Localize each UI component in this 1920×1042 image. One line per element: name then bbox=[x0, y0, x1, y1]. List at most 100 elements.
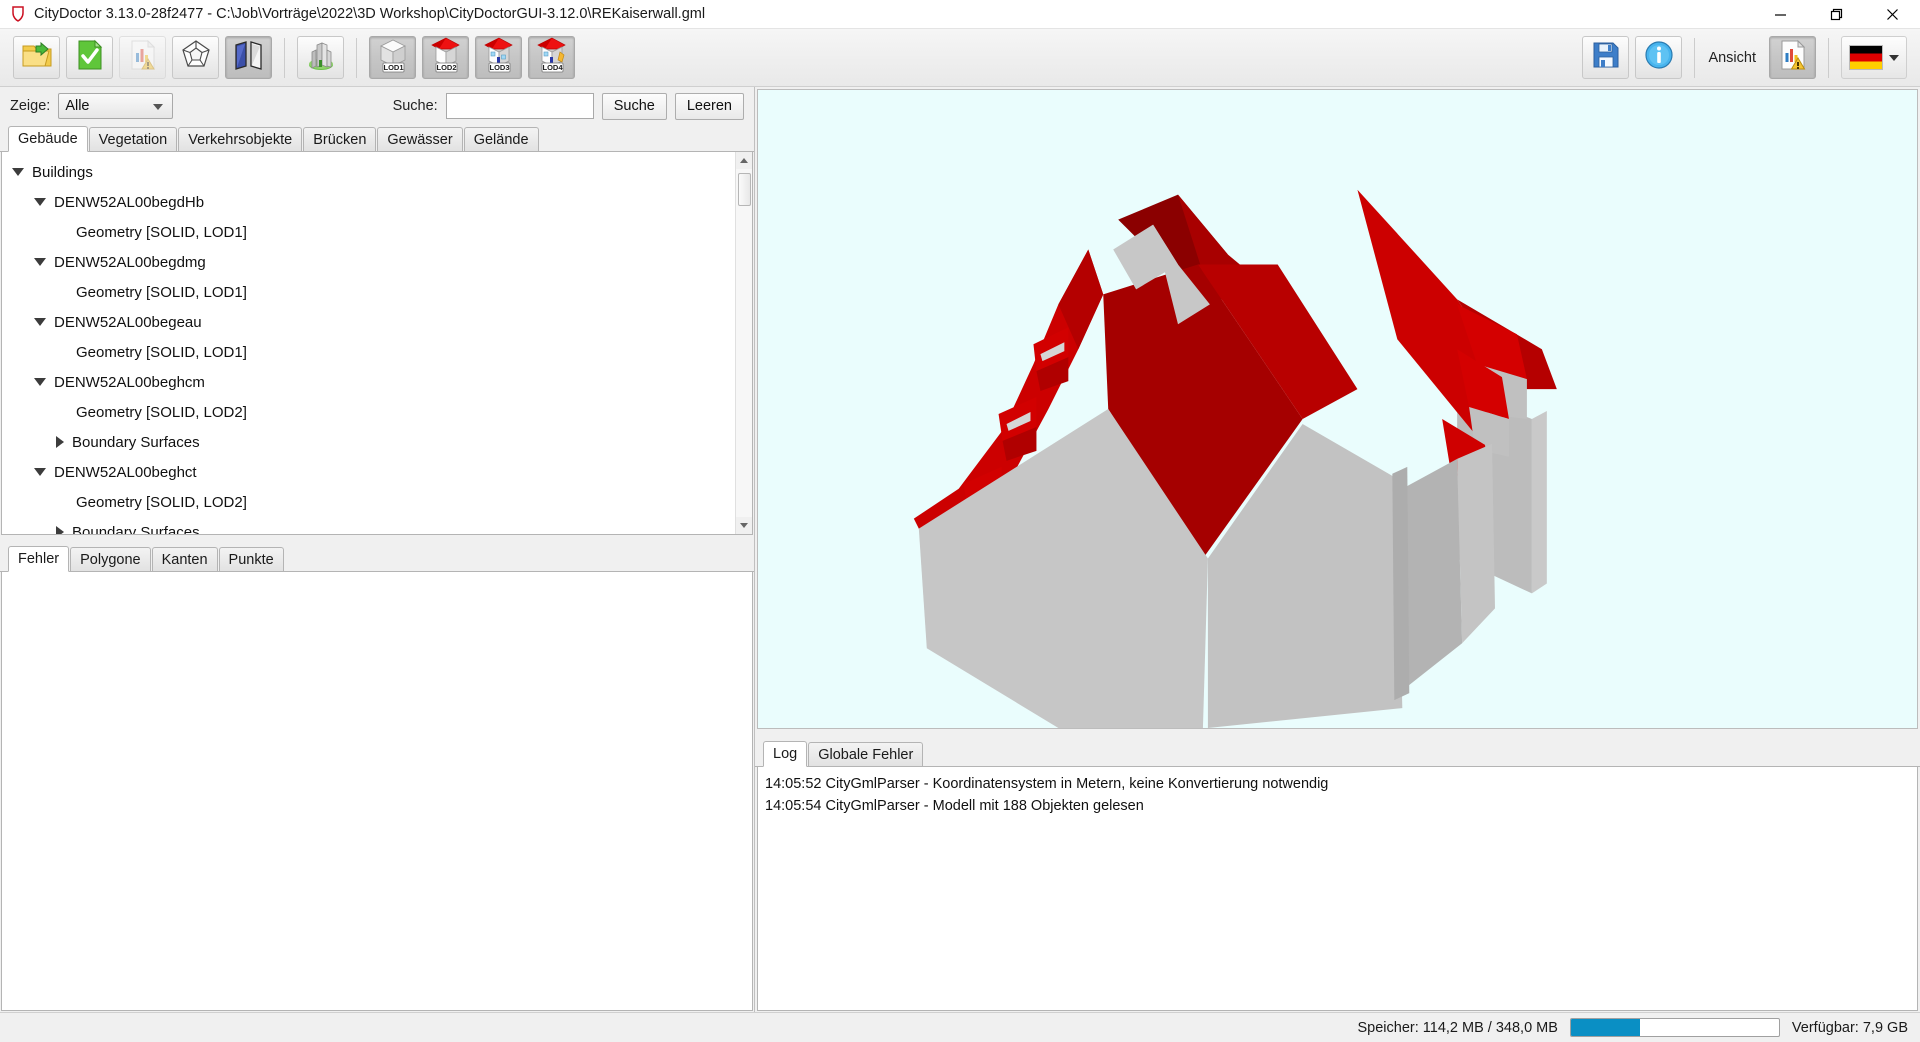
search-button[interactable]: Suche bbox=[601, 92, 667, 120]
tree-row[interactable]: DENW52AL00beghcm bbox=[2, 367, 735, 397]
object-type-tabs: Gebäude Vegetation Verkehrsobjekte Brück… bbox=[0, 125, 754, 152]
tree-row-label: DENW52AL00beghct bbox=[54, 463, 197, 481]
lod3-house-icon: LOD3 bbox=[479, 36, 519, 79]
chevron-down-icon bbox=[740, 523, 748, 528]
tree-row[interactable]: DENW52AL00begdHb bbox=[2, 187, 735, 217]
chevron-down-icon bbox=[1889, 54, 1899, 61]
tab-gewaesser[interactable]: Gewässer bbox=[377, 127, 463, 151]
toolbar-separator bbox=[1828, 37, 1829, 78]
clear-button[interactable]: Leeren bbox=[674, 92, 744, 120]
window-controls bbox=[1752, 0, 1920, 29]
chevron-down-icon[interactable] bbox=[12, 168, 24, 176]
info-button[interactable] bbox=[1635, 36, 1683, 79]
chevron-down-icon[interactable] bbox=[34, 468, 46, 476]
tree-row-label: Boundary Surfaces bbox=[72, 433, 200, 451]
tree-row[interactable]: DENW52AL00begeau bbox=[2, 307, 735, 337]
language-selector[interactable] bbox=[1841, 36, 1907, 79]
issue-tabs: Fehler Polygone Kanten Punkte bbox=[0, 543, 754, 572]
chevron-down-icon[interactable] bbox=[34, 198, 46, 206]
tree-row-label: Geometry [SOLID, LOD1] bbox=[76, 283, 247, 301]
tree-row[interactable]: Boundary Surfaces bbox=[2, 517, 735, 534]
shield-icon bbox=[9, 5, 27, 23]
document-check-icon bbox=[76, 39, 104, 76]
folder-open-icon bbox=[21, 40, 53, 75]
report-button[interactable] bbox=[119, 36, 166, 79]
chevron-down-icon[interactable] bbox=[34, 378, 46, 386]
city-buildings-icon bbox=[305, 39, 337, 76]
tree-row[interactable]: Geometry [SOLID, LOD1] bbox=[2, 217, 735, 247]
maximize-button[interactable] bbox=[1808, 0, 1864, 29]
tab-kanten[interactable]: Kanten bbox=[151, 547, 218, 571]
tab-polygone[interactable]: Polygone bbox=[70, 547, 151, 571]
chevron-down-icon[interactable] bbox=[34, 258, 46, 266]
lod1-cube-icon: LOD1 bbox=[373, 36, 413, 79]
tab-gelaende[interactable]: Gelände bbox=[463, 127, 539, 151]
scrollbar-thumb[interactable] bbox=[737, 173, 751, 206]
scrollbar-track[interactable] bbox=[735, 169, 752, 517]
issue-list-panel[interactable] bbox=[1, 572, 753, 1011]
memory-label: Speicher: 114,2 MB / 348,0 MB bbox=[1357, 1019, 1558, 1036]
view-label: Ansicht bbox=[1708, 49, 1756, 66]
tree-scrollbar[interactable] bbox=[735, 152, 752, 534]
tab-fehler[interactable]: Fehler bbox=[8, 546, 70, 572]
lod4-house-icon: LOD4 bbox=[532, 36, 572, 79]
scroll-up-button[interactable] bbox=[735, 152, 752, 169]
info-circle-icon bbox=[1644, 40, 1674, 75]
log-line: 14:05:52 CityGmlParser - Koordinatensyst… bbox=[765, 776, 1329, 792]
tab-log[interactable]: Log bbox=[763, 741, 808, 767]
floppy-save-icon bbox=[1591, 40, 1621, 75]
open-file-button[interactable] bbox=[13, 36, 60, 79]
log-output[interactable]: 14:05:52 CityGmlParser - Koordinatensyst… bbox=[757, 767, 1918, 1011]
tree-row-label: DENW52AL00begdHb bbox=[54, 193, 205, 211]
chevron-right-icon[interactable] bbox=[56, 526, 64, 534]
search-input[interactable] bbox=[445, 93, 594, 119]
tree-row[interactable]: Geometry [SOLID, LOD1] bbox=[2, 277, 735, 307]
tab-globale-fehler[interactable]: Globale Fehler bbox=[808, 742, 924, 766]
city-model-button[interactable] bbox=[297, 36, 344, 79]
show-filter-value: Alle bbox=[65, 98, 90, 114]
3d-viewport[interactable] bbox=[757, 89, 1918, 729]
svg-text:LOD4: LOD4 bbox=[542, 63, 563, 72]
tree-row[interactable]: Geometry [SOLID, LOD1] bbox=[2, 337, 735, 367]
lod4-button[interactable]: LOD4 bbox=[528, 36, 575, 79]
close-button[interactable] bbox=[1864, 0, 1920, 29]
window-title: CityDoctor 3.13.0-28f2477 - C:\Job\Vortr… bbox=[34, 6, 706, 22]
tree-row[interactable]: Geometry [SOLID, LOD2] bbox=[2, 487, 735, 517]
tab-vegetation[interactable]: Vegetation bbox=[88, 127, 178, 151]
tree-row[interactable]: DENW52AL00beghct bbox=[2, 457, 735, 487]
left-panel: Zeige: Alle Suche: Suche Leeren Gebäude … bbox=[0, 87, 755, 1012]
tab-verkehrsobjekte[interactable]: Verkehrsobjekte bbox=[178, 127, 303, 151]
status-bar: Speicher: 114,2 MB / 348,0 MB Verfügbar:… bbox=[0, 1012, 1920, 1042]
tree-row[interactable]: Geometry [SOLID, LOD2] bbox=[2, 397, 735, 427]
show-filter-dropdown[interactable]: Alle bbox=[58, 93, 174, 119]
save-button[interactable] bbox=[1582, 36, 1630, 79]
log-line: 14:05:54 CityGmlParser - Modell mit 188 … bbox=[765, 798, 1144, 814]
tree-row-label: Buildings bbox=[32, 163, 93, 181]
building-model bbox=[759, 90, 1916, 728]
validate-button[interactable] bbox=[66, 36, 113, 79]
tree-row[interactable]: Boundary Surfaces bbox=[2, 427, 735, 457]
report-warning-icon bbox=[1779, 39, 1807, 76]
svg-text:LOD3: LOD3 bbox=[489, 63, 509, 72]
tree-row[interactable]: DENW52AL00begdmg bbox=[2, 247, 735, 277]
tree-row[interactable]: Buildings bbox=[2, 157, 735, 187]
lod3-button[interactable]: LOD3 bbox=[475, 36, 522, 79]
title-bar: CityDoctor 3.13.0-28f2477 - C:\Job\Vortr… bbox=[0, 0, 1920, 29]
tree-row-label: DENW52AL00begeau bbox=[54, 313, 202, 331]
minimize-button[interactable] bbox=[1752, 0, 1808, 29]
view-report-button[interactable] bbox=[1769, 36, 1816, 79]
chevron-down-icon[interactable] bbox=[34, 318, 46, 326]
tab-gebaeude[interactable]: Gebäude bbox=[8, 126, 88, 152]
polyhedron-button[interactable] bbox=[172, 36, 219, 79]
tab-punkte[interactable]: Punkte bbox=[218, 547, 284, 571]
svg-text:LOD1: LOD1 bbox=[383, 63, 403, 72]
object-tree-panel: Buildings DENW52AL00begdHb Geometry [SOLID… bbox=[1, 152, 753, 535]
polyhedron-icon bbox=[180, 39, 212, 76]
tab-bruecken[interactable]: Brücken bbox=[303, 127, 377, 151]
scroll-down-button[interactable] bbox=[735, 517, 752, 534]
chevron-right-icon[interactable] bbox=[56, 436, 64, 448]
planes-button[interactable] bbox=[225, 36, 272, 79]
lod2-button[interactable]: LOD2 bbox=[422, 36, 469, 79]
lod1-button[interactable]: LOD1 bbox=[369, 36, 416, 79]
object-tree[interactable]: Buildings DENW52AL00begdHb Geometry [SOLID… bbox=[2, 152, 735, 534]
